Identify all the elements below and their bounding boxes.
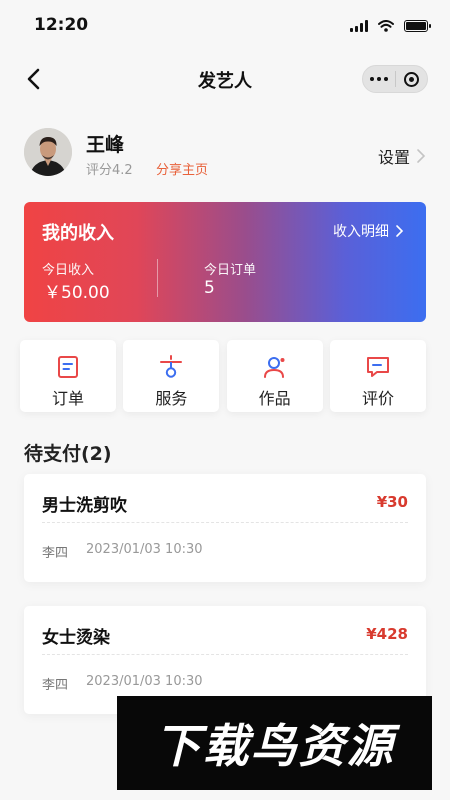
order-price: ¥428 xyxy=(366,625,408,643)
order-icon xyxy=(58,356,78,378)
profile-name: 王峰 xyxy=(86,134,125,156)
today-income-value: ￥50.00 xyxy=(44,283,110,303)
settings-label: 设置 xyxy=(377,148,410,167)
divider xyxy=(42,654,408,655)
today-income-label: 今日收入 xyxy=(42,263,95,278)
status-bar: 12:20 xyxy=(0,0,450,52)
watermark-text: 下载鸟资源 xyxy=(154,719,395,773)
entry-works[interactable]: 作品 xyxy=(226,340,323,412)
divider xyxy=(157,259,158,297)
income-detail-link[interactable]: 收入明细 xyxy=(333,221,404,241)
order-customer: 李四 xyxy=(42,678,69,693)
income-card[interactable]: 我的收入 收入明细 今日收入 ￥50.00 今日订单 5 xyxy=(24,202,426,322)
order-customer: 李四 xyxy=(42,546,69,561)
entry-services[interactable]: 服务 xyxy=(123,340,220,412)
today-orders-label: 今日订单 xyxy=(204,263,257,278)
entry-reviews[interactable]: 评价 xyxy=(329,340,426,412)
watermark-banner: 下载鸟资源 xyxy=(117,696,432,790)
entry-label: 作品 xyxy=(258,389,291,408)
divider xyxy=(42,522,408,523)
service-icon xyxy=(160,355,183,378)
chevron-right-icon xyxy=(396,225,404,237)
close-target-icon[interactable] xyxy=(396,71,428,87)
profile-header: 王峰 评分4.2 分享主页 设置 xyxy=(24,128,426,180)
settings-link[interactable]: 设置 xyxy=(378,144,426,168)
avatar[interactable] xyxy=(24,128,72,176)
entry-orders[interactable]: 订单 xyxy=(20,340,116,412)
status-time: 12:20 xyxy=(34,15,89,35)
review-icon xyxy=(366,357,389,377)
order-time: 2023/01/03 10:30 xyxy=(86,674,203,689)
income-title: 我的收入 xyxy=(42,223,114,244)
chevron-right-icon xyxy=(417,149,426,163)
signal-icon xyxy=(350,20,368,32)
today-orders-value: 5 xyxy=(204,278,215,298)
more-icon[interactable] xyxy=(363,77,395,81)
works-icon xyxy=(263,357,285,378)
share-homepage-link[interactable]: 分享主页 xyxy=(156,159,208,178)
battery-icon xyxy=(404,20,431,32)
pending-section-title: 待支付(2) xyxy=(24,443,112,465)
status-icons xyxy=(350,18,431,34)
nav-bar: 发艺人 xyxy=(0,54,450,104)
income-detail-label: 收入明细 xyxy=(333,224,389,240)
profile-rating: 评分4.2 xyxy=(86,163,133,178)
order-card[interactable]: 男士洗剪吹 ¥30 李四 2023/01/03 10:30 xyxy=(24,474,426,582)
mini-program-capsule xyxy=(362,65,428,93)
order-time: 2023/01/03 10:30 xyxy=(86,542,203,557)
order-price: ¥30 xyxy=(376,493,408,511)
order-service-name: 男士洗剪吹 xyxy=(42,496,127,516)
entry-grid: 订单 服务 作品 评价 xyxy=(20,340,426,412)
entry-label: 订单 xyxy=(51,389,84,408)
entry-label: 服务 xyxy=(155,389,188,408)
entry-label: 评价 xyxy=(361,389,394,408)
wifi-icon xyxy=(378,20,394,32)
order-service-name: 女士烫染 xyxy=(42,628,110,648)
